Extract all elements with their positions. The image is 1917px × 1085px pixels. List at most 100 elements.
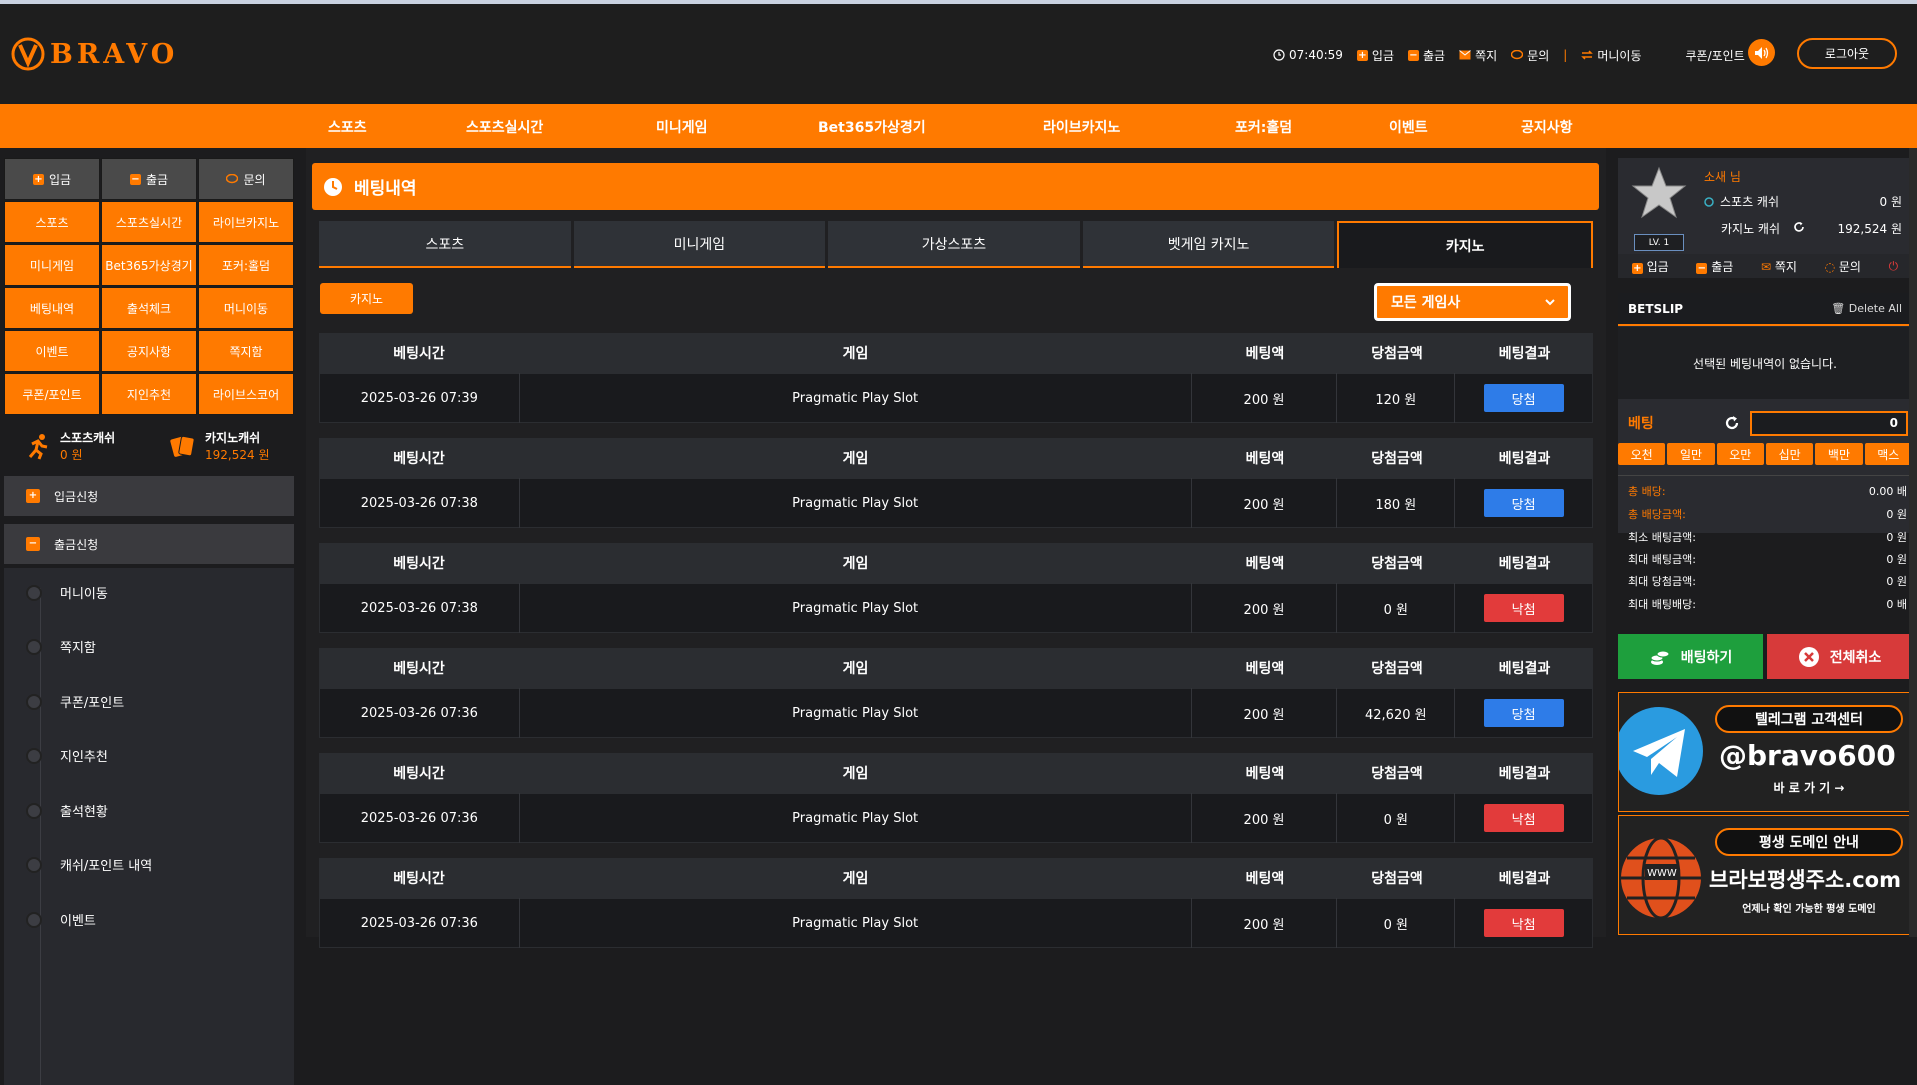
quick-referral[interactable]: 지인추천 [101, 373, 197, 415]
column-header: 게임 [842, 871, 869, 887]
column-header: 베팅시간 [393, 661, 445, 677]
header-money-transfer-link[interactable]: 머니이동 [1581, 47, 1642, 64]
logo[interactable]: BRAVO [10, 36, 178, 72]
nav-poker[interactable]: 포커:홀덤 [1235, 117, 1292, 137]
game-name: Pragmatic Play Slot [520, 688, 1192, 738]
telegram-banner[interactable]: 텔레그램 고객센터 @bravo600 바 로 가 기 → [1618, 692, 1912, 812]
result-badge: 당첨 [1483, 489, 1564, 517]
bet-label: 베팅 [1628, 416, 1654, 432]
submenu-cash-history[interactable]: 캐쉬/포인트 내역 [26, 855, 152, 874]
page-scrollbar[interactable] [1909, 148, 1917, 937]
submenu-money-transfer[interactable]: 머니이동 [26, 583, 108, 602]
right-sidebar: LV. 1 소새 님 스포츠 캐쉬 0 원 카지노 캐쉬 192,524 원 +… [1615, 148, 1917, 937]
logout-button[interactable]: 로그아웃 [1797, 38, 1897, 69]
nav-live-casino[interactable]: 라이브카지노 [1043, 117, 1120, 137]
submenu-coupon[interactable]: 쿠폰/포인트 [26, 692, 124, 711]
quick-money-transfer[interactable]: 머니이동 [198, 287, 294, 329]
submenu-event[interactable]: 이벤트 [26, 910, 96, 929]
sound-toggle-button[interactable] [1748, 39, 1775, 66]
quick-minigame[interactable]: 미니게임 [4, 244, 100, 286]
quick-bet-history[interactable]: 베팅내역 [4, 287, 100, 329]
tab-casino[interactable]: 카지노 [1337, 221, 1593, 268]
header-withdraw-link[interactable]: − 출금 [1408, 47, 1445, 64]
level-badge: LV. 1 [1634, 234, 1684, 251]
domain-banner[interactable]: WWW 평생 도메인 안내 브라보평생주소.com 언제나 확인 가능한 평생 … [1618, 815, 1912, 935]
profile-message[interactable]: ✉ 쪽지 [1761, 258, 1797, 275]
nav-bet365-virtual[interactable]: Bet365가상경기 [818, 117, 926, 137]
logo-icon [10, 36, 46, 72]
main-nav: 스포츠 스포츠실시간 미니게임 Bet365가상경기 라이브카지노 포커:홀덤 … [0, 104, 1917, 148]
bet-amount-input[interactable]: 0 [1750, 411, 1908, 436]
profile-deposit[interactable]: + 입금 [1631, 258, 1669, 275]
table-row: 2025-03-26 07:39 Pragmatic Play Slot 200 원… [319, 373, 1593, 423]
quick-deposit[interactable]: + 입금 [4, 158, 100, 200]
quick-poker[interactable]: 포커:홀덤 [198, 244, 294, 286]
chip-10000[interactable]: 일만 [1667, 443, 1715, 465]
header-inquiry-link[interactable]: 문의 [1511, 47, 1549, 64]
deposit-request-accordion[interactable]: + 입금신청 [4, 476, 294, 516]
place-bet-button[interactable]: 배팅하기 [1618, 634, 1763, 679]
profile-withdraw[interactable]: − 출금 [1696, 258, 1733, 275]
chip-100000[interactable]: 십만 [1765, 443, 1814, 465]
quick-messages[interactable]: 쪽지함 [198, 330, 294, 372]
bet-amount-row: 베팅 0 [1618, 405, 1912, 441]
chip-max[interactable]: 맥스 [1864, 443, 1912, 465]
chip-5000[interactable]: 오천 [1618, 443, 1666, 465]
bullet-icon [26, 802, 42, 819]
username: 소새 님 [1704, 170, 1741, 184]
quick-inquiry[interactable]: 문의 [198, 158, 294, 200]
quick-event[interactable]: 이벤트 [4, 330, 100, 372]
quick-live-casino[interactable]: 라이브카지노 [198, 201, 294, 243]
power-icon[interactable]: ⏻ [1889, 259, 1899, 274]
submenu-attendance[interactable]: 출석현황 [26, 801, 108, 820]
tab-minigame[interactable]: 미니게임 [573, 221, 826, 268]
header-deposit-link[interactable]: + 입금 [1356, 47, 1394, 64]
submenu-line [40, 588, 41, 1085]
provider-select[interactable]: 모든 게임사 [1374, 283, 1571, 321]
nav-live-sports[interactable]: 스포츠실시간 [466, 117, 543, 137]
tab-betgame-casino[interactable]: 벳게임 카지노 [1082, 221, 1335, 268]
table-row: 2025-03-26 07:38 Pragmatic Play Slot 200 원… [319, 583, 1593, 633]
submenu-referral[interactable]: 지인추천 [26, 746, 108, 765]
nav-event[interactable]: 이벤트 [1389, 117, 1428, 137]
header-message-link[interactable]: 쪽지 [1459, 47, 1497, 64]
quick-withdraw[interactable]: − 출금 [101, 158, 197, 200]
quick-sports[interactable]: 스포츠 [4, 201, 100, 243]
table-row: 2025-03-26 07:36 Pragmatic Play Slot 200 원… [319, 688, 1593, 738]
casino-cash-value: 192,524 원 [1837, 222, 1902, 236]
delete-all-button[interactable]: 🗑 Delete All [1831, 302, 1902, 315]
category-casino-button[interactable]: 카지노 [320, 283, 413, 314]
table-row: 2025-03-26 07:36 Pragmatic Play Slot 200 원… [319, 793, 1593, 843]
telegram-banner-handle: @bravo600 [1719, 739, 1896, 772]
profile-inquiry[interactable]: ◌ 문의 [1825, 258, 1861, 275]
nav-notice[interactable]: 공지사항 [1521, 117, 1573, 137]
withdraw-request-accordion[interactable]: − 출금신청 [4, 524, 294, 564]
plus-icon: + [32, 173, 44, 185]
nav-sports[interactable]: 스포츠 [328, 117, 367, 137]
runner-icon [28, 434, 48, 460]
quick-attendance[interactable]: 출석체크 [101, 287, 197, 329]
column-header: 당첨금액 [1371, 346, 1423, 362]
quick-notice[interactable]: 공지사항 [101, 330, 197, 372]
clock: 07:40:59 [1273, 48, 1343, 62]
bet-amount: 200 원 [1192, 478, 1338, 528]
refresh-icon[interactable] [1793, 221, 1805, 233]
cancel-all-button[interactable]: 전체취소 [1767, 634, 1912, 679]
tab-virtual-sports[interactable]: 가상스포츠 [828, 221, 1080, 268]
casino-cash: 카지노캐쉬 192,524 원 [149, 418, 294, 474]
quick-live-sports[interactable]: 스포츠실시간 [101, 201, 197, 243]
quick-livescore[interactable]: 라이브스코어 [198, 373, 294, 415]
column-header: 베팅결과 [1498, 871, 1551, 887]
quick-coupon[interactable]: 쿠폰/포인트 [4, 373, 100, 415]
header-coupon-link[interactable]: 쿠폰/포인트 [1686, 47, 1745, 64]
nav-minigame[interactable]: 미니게임 [656, 117, 708, 137]
tab-sports[interactable]: 스포츠 [319, 221, 571, 268]
column-header: 당첨금액 [1371, 556, 1423, 572]
chip-1000000[interactable]: 백만 [1815, 443, 1863, 465]
submenu-messages[interactable]: 쪽지함 [26, 637, 96, 656]
quick-bet365[interactable]: Bet365가상경기 [101, 244, 197, 286]
transfer-icon [1581, 50, 1594, 60]
chip-50000[interactable]: 오만 [1716, 443, 1764, 465]
column-header: 베팅액 [1245, 661, 1285, 677]
reset-icon[interactable] [1724, 415, 1740, 431]
